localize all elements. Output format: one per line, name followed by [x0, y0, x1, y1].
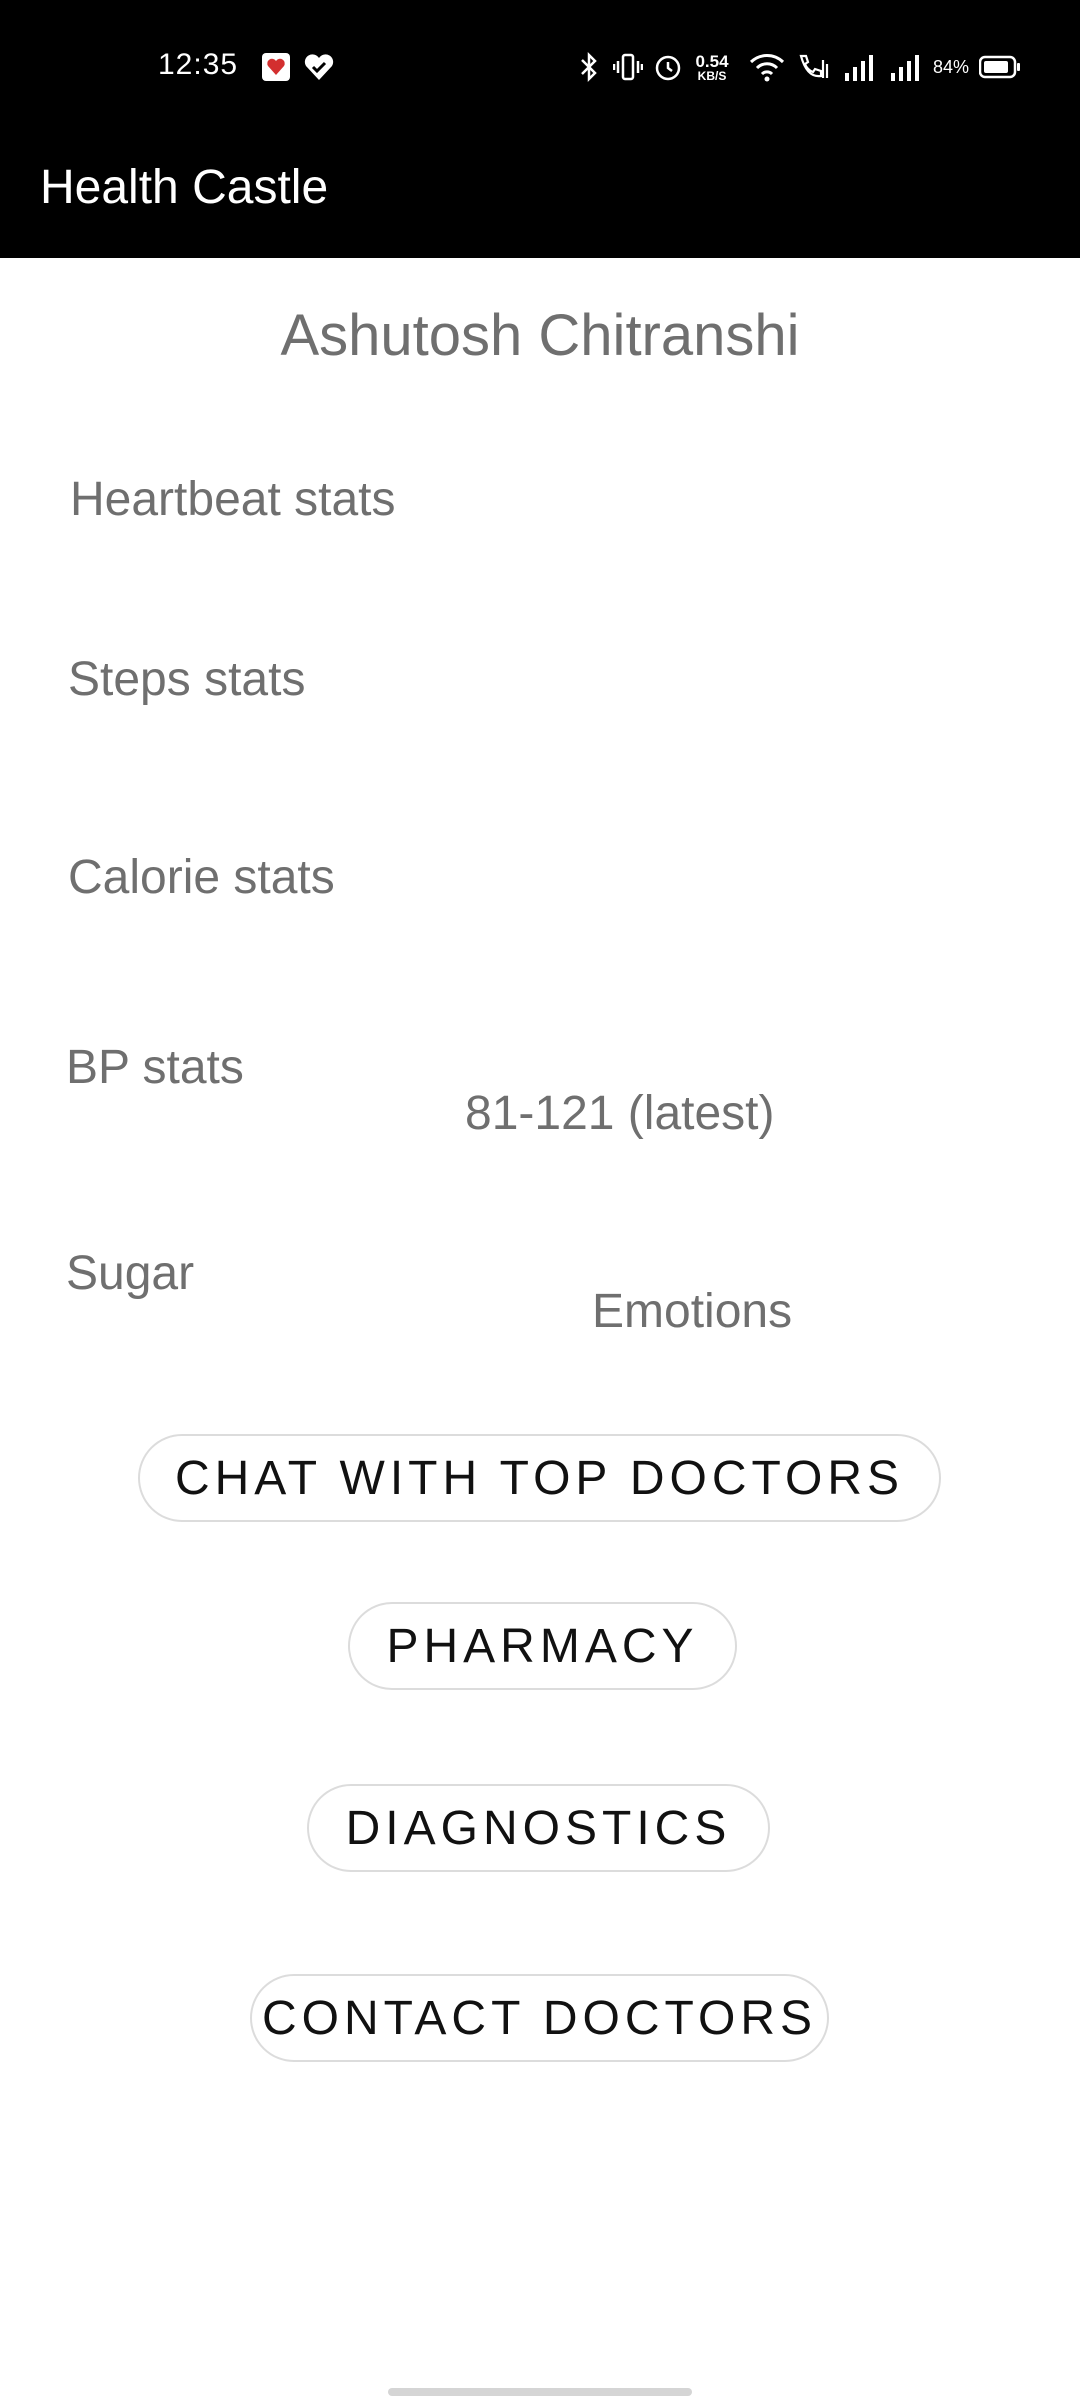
bp-stats-label: BP stats [66, 1041, 244, 1094]
net-speed-indicator: 0.54 KB/S [690, 50, 734, 84]
net-speed-unit: KB/S [697, 68, 727, 83]
status-time: 12:35 [158, 48, 239, 81]
wifi-calling-icon [794, 50, 832, 84]
sugar-label: Sugar [66, 1247, 195, 1300]
steps-stats-label: Steps stats [68, 653, 306, 706]
pharmacy-button[interactable]: PHARMACY [348, 1602, 737, 1690]
calorie-stats-label: Calorie stats [68, 851, 335, 904]
gesture-nav-bar[interactable] [388, 2388, 692, 2396]
net-speed-value: 0.54 [695, 51, 729, 71]
app-title: Health Castle [40, 161, 329, 214]
bluetooth-icon [576, 50, 602, 84]
app-bar: Health Castle [0, 136, 1080, 258]
user-name: Ashutosh Chitranshi [280, 303, 800, 368]
vibrate-icon [612, 50, 644, 84]
heartbeat-stats-label: Heartbeat stats [70, 473, 396, 526]
heart-check-icon [302, 50, 336, 84]
battery-percent: 84% [932, 56, 970, 77]
diagnostics-button[interactable]: DIAGNOSTICS [307, 1784, 770, 1872]
signal-icon-2 [888, 50, 924, 84]
signal-icon-1 [842, 50, 878, 84]
chat-with-top-doctors-button[interactable]: CHAT WITH TOP DOCTORS [138, 1434, 941, 1522]
alarm-icon [652, 50, 684, 84]
wifi-icon [748, 50, 786, 84]
battery-icon [978, 50, 1022, 84]
heart-app-icon [260, 50, 292, 84]
bp-latest-value: 81-121 (latest) [465, 1087, 775, 1140]
contact-doctors-button[interactable]: CONTACT DOCTORS [250, 1974, 829, 2062]
status-bar: 12:35 0.54 KB/S 84% [0, 0, 1080, 136]
emotions-label[interactable]: Emotions [592, 1284, 792, 1339]
